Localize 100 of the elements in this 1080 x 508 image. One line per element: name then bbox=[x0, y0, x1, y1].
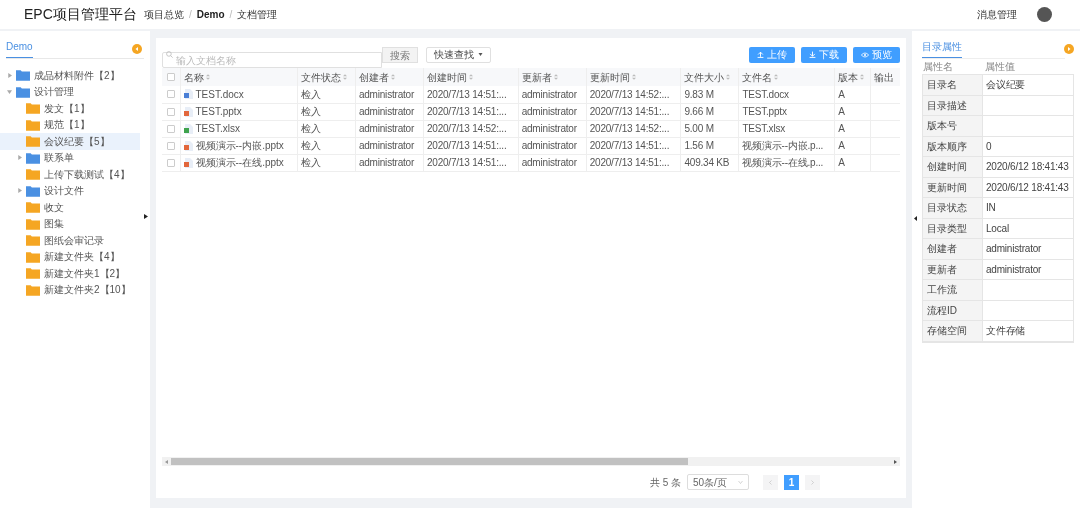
file-icon bbox=[183, 157, 193, 168]
property-name: 目录类型 bbox=[927, 221, 967, 236]
sort-icon[interactable] bbox=[631, 74, 636, 80]
folder-icon bbox=[26, 250, 40, 263]
search-field[interactable]: 输入文档名称 bbox=[162, 52, 382, 68]
select-all-checkbox[interactable] bbox=[166, 73, 175, 81]
prev-page-button[interactable] bbox=[763, 474, 778, 490]
next-page-button[interactable] bbox=[805, 474, 820, 490]
column-header[interactable]: 创建时间 bbox=[426, 69, 467, 85]
row-checkbox[interactable] bbox=[166, 141, 175, 150]
file-name[interactable]: TEST.pptx bbox=[195, 104, 242, 119]
property-value: Local bbox=[986, 221, 1009, 236]
scroll-right-icon[interactable] bbox=[894, 459, 897, 464]
property-value: 文件存储 bbox=[986, 324, 1026, 339]
tree-item[interactable]: 收文 bbox=[0, 199, 140, 216]
table-cell: 1.56 M bbox=[684, 140, 714, 151]
quick-find-dropdown[interactable]: 快速查找 bbox=[426, 46, 491, 63]
column-header[interactable]: 文件名 bbox=[742, 69, 773, 85]
file-name[interactable]: 视频演示--内嵌.pptx bbox=[195, 138, 284, 153]
column-header[interactable]: 输出 bbox=[874, 69, 895, 85]
table-cell: 检入 bbox=[300, 140, 321, 151]
column-header[interactable]: 更新时间 bbox=[589, 69, 630, 85]
property-name: 版本号 bbox=[927, 119, 957, 134]
row-checkbox[interactable] bbox=[166, 158, 175, 167]
breadcrumb-item[interactable]: 项目总览 bbox=[144, 7, 184, 22]
breadcrumb-separator: / bbox=[189, 8, 192, 22]
row-checkbox[interactable] bbox=[166, 124, 175, 133]
tree-item[interactable]: 新建文件夹1【2】 bbox=[0, 265, 140, 282]
row-checkbox[interactable] bbox=[166, 90, 175, 99]
sort-icon[interactable] bbox=[342, 74, 347, 80]
table-cell: administrator bbox=[521, 106, 577, 117]
table-cell: TEST.docx bbox=[742, 88, 789, 100]
tree-item[interactable]: 新建文件夹2【10】 bbox=[0, 281, 140, 298]
scroll-left-icon[interactable] bbox=[165, 459, 168, 464]
search-button[interactable]: 搜索 bbox=[382, 46, 418, 63]
chevron-icon bbox=[738, 480, 743, 484]
breadcrumb-item[interactable]: 文档管理 bbox=[237, 7, 278, 22]
column-header[interactable]: 更新者 bbox=[521, 69, 552, 85]
folder-icon bbox=[26, 283, 40, 296]
table-cell: 2020/7/13 14:52:... bbox=[589, 88, 670, 100]
tree-item[interactable]: 设计管理 bbox=[0, 83, 140, 100]
file-name[interactable]: 视频演示--在线.pptx bbox=[195, 155, 284, 170]
table-cell: administrator bbox=[521, 123, 577, 134]
caret-icon[interactable] bbox=[6, 72, 12, 78]
expand-arrow-icon[interactable] bbox=[914, 216, 917, 221]
folder-icon bbox=[26, 102, 40, 115]
column-header[interactable]: 文件状态 bbox=[300, 69, 341, 85]
tree-item[interactable]: 成品材料附件【2】 bbox=[0, 67, 140, 84]
tree-item[interactable]: 图纸会审记录 bbox=[0, 232, 140, 249]
property-value: 2020/6/12 18:41:43 bbox=[986, 180, 1069, 195]
message-link[interactable]: 消息管理 bbox=[977, 7, 1017, 22]
folder-icon bbox=[26, 135, 40, 148]
tree-item[interactable]: 新建文件夹【4】 bbox=[0, 248, 140, 265]
sort-icon[interactable] bbox=[726, 74, 731, 80]
sidebar-tab[interactable]: Demo bbox=[6, 39, 33, 58]
sort-icon[interactable] bbox=[390, 74, 395, 80]
sort-icon[interactable] bbox=[468, 74, 473, 80]
property-value: 2020/6/12 18:41:43 bbox=[986, 160, 1069, 175]
row-checkbox[interactable] bbox=[166, 107, 175, 116]
tree-item[interactable]: 发文【1】 bbox=[0, 100, 140, 117]
folder-icon bbox=[26, 234, 40, 247]
column-header: 属性值 bbox=[985, 60, 1015, 74]
tree-item[interactable]: 图集 bbox=[0, 215, 140, 232]
tree-item[interactable]: 规范【1】 bbox=[0, 116, 140, 133]
collapse-icon[interactable] bbox=[1064, 43, 1074, 54]
properties-tab[interactable]: 目录属性 bbox=[922, 39, 962, 58]
table-cell: A bbox=[838, 88, 845, 100]
column-header[interactable]: 文件大小 bbox=[684, 69, 725, 85]
table-cell: 检入 bbox=[300, 157, 321, 168]
sort-icon[interactable] bbox=[860, 74, 865, 80]
folder-icon bbox=[26, 168, 40, 181]
file-name[interactable]: TEST.xlsx bbox=[195, 121, 240, 136]
column-header[interactable]: 版本 bbox=[838, 69, 859, 85]
expand-arrow-icon[interactable] bbox=[144, 214, 148, 219]
table-cell: administrator bbox=[358, 123, 415, 134]
caret-icon[interactable] bbox=[6, 89, 12, 95]
tree-item[interactable]: 会议纪要【5】 bbox=[0, 133, 140, 150]
sort-icon[interactable] bbox=[205, 74, 210, 80]
sort-icon[interactable] bbox=[774, 74, 779, 80]
table-cell: 2020/7/13 14:51:... bbox=[426, 106, 507, 117]
breadcrumb-separator: / bbox=[229, 8, 233, 22]
collapse-icon[interactable] bbox=[132, 43, 142, 54]
tree-item[interactable]: 联系单 bbox=[0, 149, 140, 166]
horizontal-scrollbar[interactable] bbox=[162, 457, 900, 466]
property-name: 更新时间 bbox=[927, 180, 967, 195]
column-header[interactable]: 创建者 bbox=[358, 69, 389, 85]
column-header[interactable]: 名称 bbox=[183, 69, 204, 85]
table-cell: 409.34 KB bbox=[684, 157, 730, 168]
table-cell: TEST.xlsx bbox=[742, 123, 786, 134]
sort-icon[interactable] bbox=[553, 74, 558, 80]
property-name: 目录名 bbox=[927, 78, 957, 93]
caret-icon[interactable] bbox=[16, 188, 22, 194]
tree-item[interactable]: 上传下载测试【4】 bbox=[0, 166, 140, 183]
file-icon bbox=[183, 123, 193, 134]
caret-icon[interactable] bbox=[16, 155, 22, 161]
page-size-select[interactable]: 50条/页 bbox=[687, 474, 749, 490]
folder-icon bbox=[26, 201, 40, 214]
tree-item[interactable]: 设计文件 bbox=[0, 182, 140, 199]
avatar[interactable] bbox=[1037, 7, 1052, 22]
file-name[interactable]: TEST.docx bbox=[195, 86, 244, 102]
